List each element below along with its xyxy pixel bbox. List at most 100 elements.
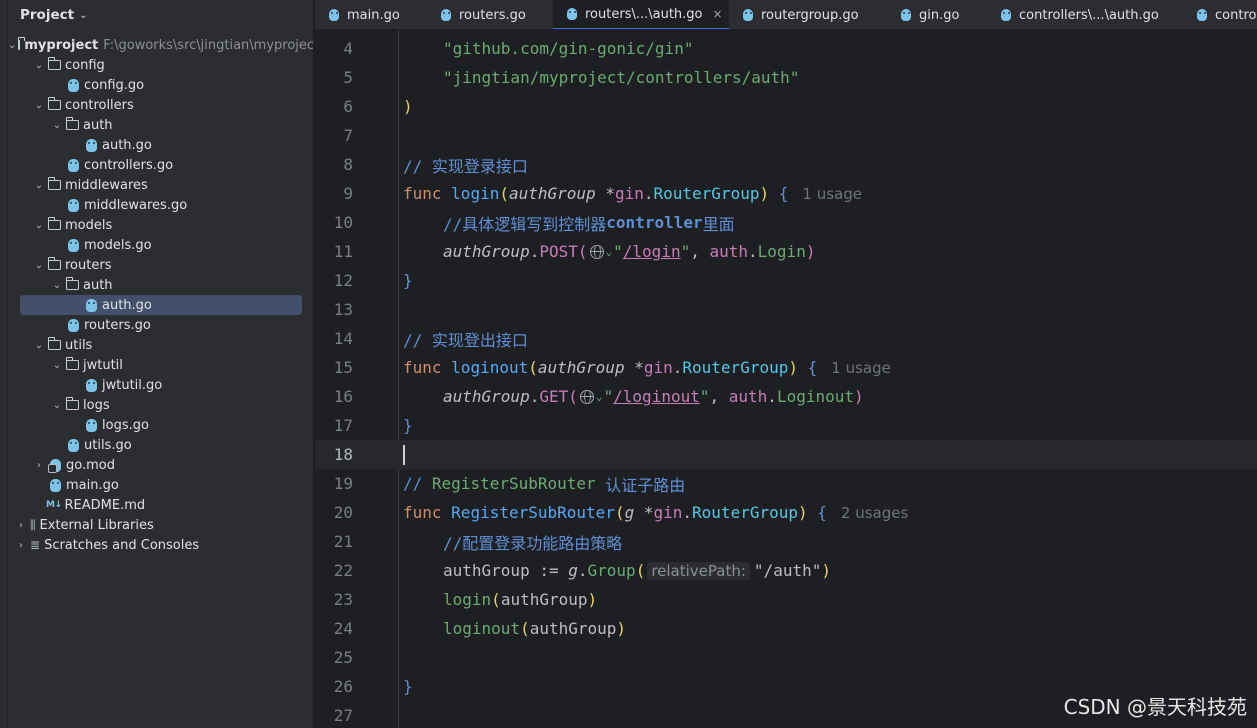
code-line[interactable]: 8 // 实现登录接口 <box>315 150 1257 179</box>
code-line[interactable]: 15 func loginout(authGroup * gin. RouterGro… <box>315 353 1257 382</box>
close-icon[interactable]: × <box>713 7 723 21</box>
editor-tab[interactable]: contro <box>1183 0 1256 29</box>
usage-hint[interactable]: 2 usages <box>841 504 908 522</box>
code-token: ) <box>759 184 770 203</box>
route-link[interactable]: /login <box>623 242 681 261</box>
code-token: * <box>605 184 615 203</box>
editor-tab[interactable]: controllers\...\auth.go <box>987 0 1183 29</box>
project-panel-header[interactable]: Project ⌄ <box>8 0 313 30</box>
chevron-down-icon[interactable]: ⌄ <box>8 40 16 51</box>
chevron-down-icon[interactable]: ⌄ <box>50 400 64 411</box>
code-line[interactable]: 23 login(authGroup) <box>315 585 1257 614</box>
code-line[interactable]: 25 <box>315 643 1257 672</box>
code-token: gin <box>614 184 644 203</box>
chevron-right-icon[interactable]: › <box>14 520 28 531</box>
code-content: } <box>403 677 413 696</box>
code-line[interactable]: 6) <box>315 92 1257 121</box>
chevron-down-icon[interactable]: ⌄ <box>32 220 46 231</box>
chevron-down-icon[interactable]: ⌄ <box>32 340 46 351</box>
code-line[interactable]: 13 <box>315 295 1257 324</box>
tree-item[interactable]: › go.mod <box>8 455 313 475</box>
code-line[interactable]: 4 "github.com/gin-gonic/gin" <box>315 34 1257 63</box>
code-line[interactable]: 7 <box>315 121 1257 150</box>
code-line[interactable]: 14 // 实现登出接口 <box>315 324 1257 353</box>
code-token: authGroup <box>443 387 530 406</box>
tree-item[interactable]: utils.go <box>8 435 313 455</box>
tree-item[interactable]: auth.go <box>8 135 313 155</box>
tree-item[interactable]: ⌄ models <box>8 215 313 235</box>
folder-icon <box>65 277 79 290</box>
editor-tab[interactable]: routers\...\auth.go × <box>553 0 729 29</box>
tree-item[interactable]: ⌄ middlewares <box>8 175 313 195</box>
folder-icon <box>47 57 61 70</box>
tree-item[interactable]: jwtutil.go <box>8 375 313 395</box>
tree-item[interactable]: ⌄ auth <box>8 115 313 135</box>
code-line[interactable]: 10 //具体逻辑写到控制器 controller 里面 <box>315 208 1257 237</box>
tree-item[interactable]: ⌄ utils <box>8 335 313 355</box>
line-number: 26 <box>333 677 353 696</box>
code-line[interactable]: 17} <box>315 411 1257 440</box>
chevron-down-icon[interactable]: ⌄ <box>32 180 46 191</box>
tree-item[interactable]: › ≣ Scratches and Consoles <box>8 535 313 555</box>
chevron-down-icon[interactable]: ⌄ <box>596 390 603 403</box>
code-line[interactable]: 20 func RegisterSubRouter(g * gin. RouterGr… <box>315 498 1257 527</box>
tree-item[interactable]: M↓ README.md <box>8 495 313 515</box>
tree-item[interactable]: ⌄ logs <box>8 395 313 415</box>
usage-hint[interactable]: 1 usage <box>802 185 862 203</box>
code-line[interactable]: 16 authGroup. GET(⌄ "/loginout ", auth. Login… <box>315 382 1257 411</box>
chevron-down-icon[interactable]: ⌄ <box>50 280 64 291</box>
tree-item[interactable]: auth.go <box>8 295 313 315</box>
chevron-down-icon[interactable]: ⌄ <box>32 60 46 71</box>
tree-item[interactable]: main.go <box>8 475 313 495</box>
code-line[interactable]: 11 authGroup. POST(⌄ "/login ", auth. Login) <box>315 237 1257 266</box>
chevron-down-icon[interactable]: ⌄ <box>606 245 613 258</box>
editor-tab[interactable]: main.go <box>315 0 427 29</box>
tree-item[interactable]: routers.go <box>8 315 313 335</box>
tree-item[interactable]: ⌄ myproject F:\goworks\src\jingtian\myproj… <box>8 35 313 55</box>
tab-label: main.go <box>347 7 400 23</box>
tree-item-label: middlewares.go <box>84 197 188 213</box>
usage-hint[interactable]: 1 usage <box>831 359 891 377</box>
code-line[interactable]: 12} <box>315 266 1257 295</box>
chevron-right-icon[interactable]: › <box>32 460 46 471</box>
code-line[interactable]: 24 loginout(authGroup) <box>315 614 1257 643</box>
tree-item[interactable]: ⌄ jwtutil <box>8 355 313 375</box>
code-line[interactable]: 9 func login(authGroup * gin. RouterGroup) … <box>315 179 1257 208</box>
editor-tab[interactable]: routergroup.go <box>729 0 887 29</box>
tree-item[interactable]: middlewares.go <box>8 195 313 215</box>
tree-item[interactable]: ⌄ routers <box>8 255 313 275</box>
code-line[interactable]: 5 "jingtian/myproject/controllers/auth" <box>315 63 1257 92</box>
code-line[interactable]: 19 // RegisterSubRouter 认证子路由 <box>315 469 1257 498</box>
chevron-down-icon[interactable]: ⌄ <box>50 120 64 131</box>
code-token: . <box>748 242 758 261</box>
code-token: authGroup <box>529 619 617 638</box>
chevron-right-icon[interactable]: › <box>14 540 28 551</box>
tree-item[interactable]: controllers.go <box>8 155 313 175</box>
code-line[interactable]: 18 <box>315 440 1257 469</box>
chevron-down-icon[interactable]: ⌄ <box>50 360 64 371</box>
chevron-down-icon[interactable]: ⌄ <box>79 10 87 21</box>
globe-icon[interactable] <box>589 244 604 259</box>
editor-tab[interactable]: gin.go <box>887 0 987 29</box>
tree-item[interactable]: ⌄ controllers <box>8 95 313 115</box>
route-link[interactable]: /loginout <box>613 387 700 406</box>
folder-icon <box>47 97 61 110</box>
globe-icon[interactable] <box>579 389 594 404</box>
code-editor[interactable]: 4 "github.com/gin-gonic/gin" 5 "jingtian/my… <box>315 30 1257 728</box>
tree-item[interactable]: ⌄ config <box>8 55 313 75</box>
chevron-down-icon[interactable]: ⌄ <box>32 100 46 111</box>
tree-item-label: models.go <box>84 237 152 253</box>
tree-item[interactable]: models.go <box>8 235 313 255</box>
line-number: 23 <box>333 590 353 609</box>
project-panel: Project ⌄ ⌄ myproject F:\goworks\src\jingt… <box>8 0 314 728</box>
tree-item[interactable]: logs.go <box>8 415 313 435</box>
go-file-icon <box>441 9 451 21</box>
tree-item[interactable]: › ⫼ External Libraries <box>8 515 313 535</box>
editor-tab[interactable]: routers.go <box>427 0 553 29</box>
folder-icon <box>47 217 61 230</box>
code-line[interactable]: 21 //配置登录功能路由策略 <box>315 527 1257 556</box>
tree-item[interactable]: config.go <box>8 75 313 95</box>
code-line[interactable]: 22 authGroup := g. Group(relativePath: "/au… <box>315 556 1257 585</box>
chevron-down-icon[interactable]: ⌄ <box>32 260 46 271</box>
tree-item[interactable]: ⌄ auth <box>8 275 313 295</box>
